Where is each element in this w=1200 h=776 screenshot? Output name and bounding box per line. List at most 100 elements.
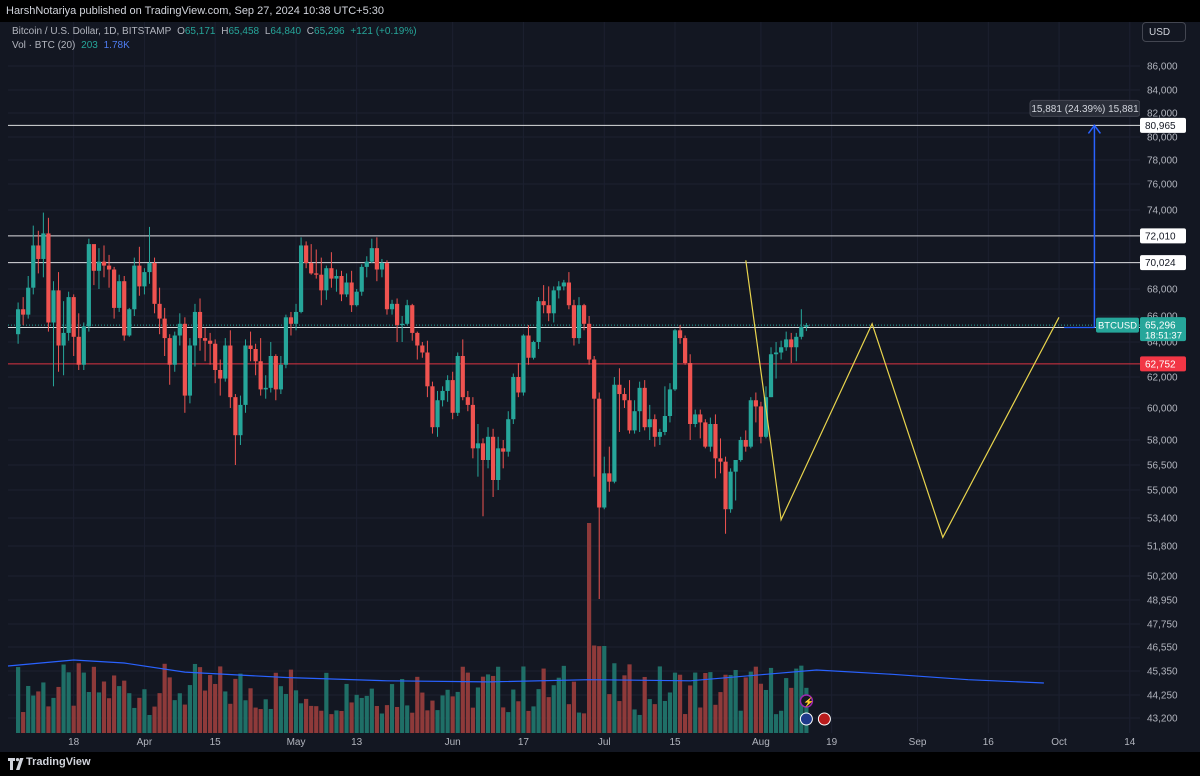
volume-bar [622,675,627,733]
volume-bar [470,707,475,733]
volume-bar [794,668,799,733]
time-tick-label: 14 [1124,737,1136,748]
volume-bar [91,666,97,733]
candle-body [460,356,465,398]
volume-bar [743,677,748,733]
price-tick-label: 58,000 [1147,436,1178,447]
volume-bar [617,701,622,733]
volume-bar [420,692,425,733]
volume-bar [566,704,571,733]
candle-body [667,389,673,416]
legend-ohlc-row: Bitcoin / U.S. Dollar, 1D, BITSTAMP O65,… [12,25,420,39]
candle-body [430,386,435,428]
candle-body [465,397,470,405]
candle-body [526,335,531,358]
candle-body [688,363,693,424]
candle-body [142,272,147,287]
candle-body [349,282,354,306]
volume-bar [602,645,607,733]
volume-bar [304,698,309,733]
candle-body [718,458,723,462]
volume-bar [96,692,102,733]
candle-body [389,303,395,310]
volume-bar [228,703,233,733]
currency-button[interactable]: USD [1142,22,1186,42]
volume-bar [455,691,460,733]
candle-body [622,394,627,401]
time-tick-label: 13 [351,737,363,748]
legend-symbol[interactable]: Bitcoin / U.S. Dollar, 1D, BITSTAMP [12,26,171,37]
candle-body [799,326,804,337]
time-tick-label: 15 [210,737,222,748]
candle-body [218,370,223,379]
volume-bar [475,687,481,733]
volume-bar [546,697,551,733]
symbol-tag: BTCUSD [1098,321,1137,332]
volume-bar [698,707,703,733]
volume-bar [369,688,374,733]
candle-body [455,356,460,413]
volume-bar [364,695,369,733]
candle-body [587,323,592,360]
volume-bar [172,700,177,733]
volume-bar [647,699,652,733]
price-tick-label: 53,400 [1147,514,1178,525]
volume-bar [258,709,263,733]
volume-bar [61,664,66,733]
volume-bar [157,693,162,733]
countdown-tag: 18:51:37 [1145,331,1182,342]
candle-body [475,443,481,449]
candle-body [369,248,374,262]
price-tick-label: 86,000 [1147,62,1178,73]
price-tick-label: 60,000 [1147,404,1178,415]
volume-bar [36,691,41,733]
price-tick-label: 68,000 [1147,285,1178,296]
volume-bar [501,707,506,733]
time-tick-label: 19 [826,737,838,748]
candle-body [26,287,31,315]
volume-bar [728,674,733,733]
legend-open: 65,171 [184,26,216,37]
volume-bar [672,672,678,733]
volume-bar [587,523,592,733]
legend-volume-row: Vol · BTC (20) 203 1.78K [12,39,420,53]
candle-body [76,336,81,365]
candle-body [485,436,491,460]
volume-bar [683,714,688,733]
candle-body [425,352,430,387]
volume-bar [288,669,294,733]
lightning-glyph: ⚡ [803,696,814,708]
volume-bar [405,705,410,733]
volume-bar [748,671,753,733]
volume-bar [253,707,258,733]
legend: Bitcoin / U.S. Dollar, 1D, BITSTAMP O65,… [12,25,420,53]
volume-bar [268,708,273,733]
volume-bar [51,697,56,733]
time-tick-label: Aug [752,737,770,748]
volume-bar [319,710,324,733]
candle-body [521,335,526,393]
volume-bar [450,696,455,733]
volume-bar [526,710,531,733]
time-tick-label: 16 [983,737,995,748]
candle-body [470,404,475,449]
price-tick-label: 82,000 [1147,109,1178,120]
candle-body [647,419,652,428]
candle-body [561,282,566,287]
candle-body [51,290,56,323]
volume-bar [637,714,642,733]
grid [8,22,1140,733]
time-tick-label: 18 [68,737,80,748]
volume-bar [223,691,228,733]
volume-bar [496,666,501,733]
candle-body [324,268,329,291]
volume-bars [16,523,809,733]
us-flag-event-icon [799,712,813,726]
volume-bar [233,678,238,733]
volume-bar [152,706,157,733]
legend-volume-label[interactable]: Vol · BTC (20) [12,40,75,51]
candle-body [304,245,309,263]
price-chart[interactable]: 15,881 (24.39%) 15,881 86,000 84,000 82,00… [0,0,1200,776]
candle-body [627,400,632,431]
candle-body [379,263,385,270]
